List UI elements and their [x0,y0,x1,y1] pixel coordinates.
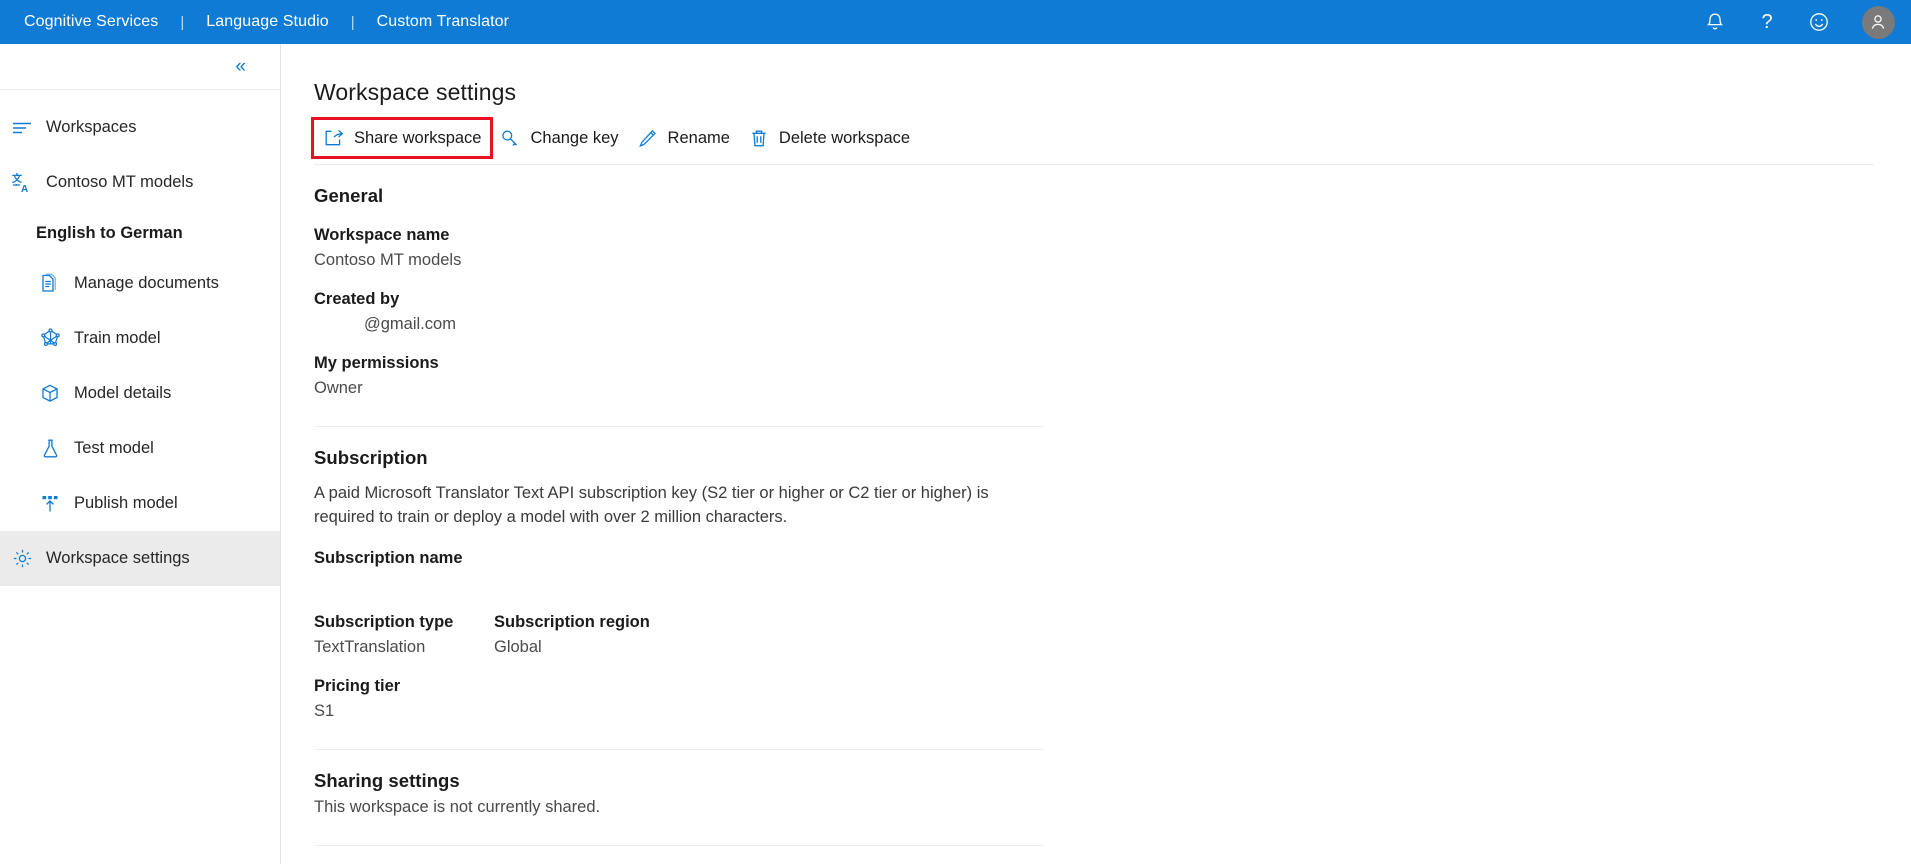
subscription-region-col: Subscription region Global [494,613,674,658]
pencil-edit-icon [637,128,659,148]
section-divider [314,748,1044,750]
sidebar-collapse-row: « [0,44,280,90]
notification-bell-icon[interactable] [1689,0,1741,44]
cube-box-icon [36,382,64,406]
top-nav-links: Cognitive Services | Language Studio | C… [0,0,511,44]
cognitive-services-link[interactable]: Cognitive Services [22,13,160,31]
command-bar: Share workspace Change key Rename Delete… [282,117,1911,159]
help-question-icon[interactable]: ? [1741,0,1793,44]
flask-icon [36,437,64,461]
my-permissions-value: Owner [314,379,363,397]
change-key-button[interactable]: Change key [490,120,627,156]
collapse-sidebar-button[interactable]: « [229,53,252,80]
subscription-region-label: Subscription region [494,612,650,631]
feedback-smiley-icon[interactable] [1793,0,1845,44]
command-label: Rename [667,128,730,147]
subscription-type-col: Subscription type TextTranslation [314,613,494,658]
custom-translator-link[interactable]: Custom Translator [375,13,511,31]
sidebar-item-model-details[interactable]: Model details [0,366,280,421]
command-bar-divider [314,164,1874,165]
section-divider [314,426,1044,427]
subscription-region-value: Global [494,637,542,656]
sharing-status-text: This workspace is not currently shared. [314,797,601,816]
workspace-name-value: Contoso MT models [314,251,462,269]
gear-icon [8,547,36,571]
pricing-tier-value: S1 [314,701,335,720]
trash-delete-icon [748,128,770,148]
train-network-icon [36,327,64,351]
avatar[interactable] [1845,0,1911,44]
list-lines-icon [8,116,36,140]
top-nav-actions: ? [1689,0,1911,44]
sidebar-item-label: Train model [74,329,161,347]
workspace-name-label: Workspace name [314,226,450,244]
section-divider [314,844,1044,846]
subscription-type-label: Subscription type [314,612,454,631]
sidebar-item-english-to-german[interactable]: English to German [0,210,280,256]
sidebar-item-manage-documents[interactable]: Manage documents [0,256,280,311]
key-icon [499,128,521,148]
sidebar-item-label: Contoso MT models [46,173,194,191]
rename-button[interactable]: Rename [628,120,739,156]
nav-separator: | [350,13,355,31]
command-label: Change key [530,128,619,147]
sidebar-item-workspaces[interactable]: Workspaces [0,100,280,155]
my-permissions-label: My permissions [314,354,439,372]
sidebar-item-label: Publish model [74,494,178,512]
top-navigation-bar: Cognitive Services | Language Studio | C… [0,0,1911,44]
delete-workspace-button[interactable]: Delete workspace [739,120,919,156]
settings-body: General Workspace name Contoso MT models… [282,185,1911,846]
general-section-title: General [314,185,384,206]
user-avatar-icon [1861,5,1895,39]
sidebar-item-train-model[interactable]: Train model [0,311,280,366]
main-content: Workspace settings Share workspace Chang… [282,44,1911,864]
subscription-type-region-row: Subscription type TextTranslation Subscr… [314,613,1911,658]
command-label: Delete workspace [778,128,911,147]
pricing-tier-label: Pricing tier [314,676,401,695]
sidebar-item-workspace-settings[interactable]: Workspace settings [0,531,280,586]
sharing-settings-section-title: Sharing settings [314,769,460,791]
svg-text:A: A [21,184,28,194]
subscription-description: A paid Microsoft Translator Text API sub… [314,484,989,526]
subscription-section-title: Subscription [314,447,428,468]
subscription-name-label: Subscription name [314,548,463,567]
sidebar-item-label: Test model [74,439,154,457]
sidebar-item-label: Model details [74,384,172,402]
sidebar-item-contoso-mt-models[interactable]: 文 A Contoso MT models [0,155,280,210]
svg-text:?: ? [1761,11,1772,33]
created-by-value: @gmail.com [364,315,456,333]
created-by-label: Created by [314,290,400,308]
page-title: Workspace settings [314,79,517,105]
subscription-name-value [314,574,1911,594]
sidebar: « Workspaces 文 A Contoso MT models Engli… [0,44,281,864]
sidebar-item-label: Manage documents [74,274,219,292]
sidebar-item-label: Workspaces [46,118,137,136]
documents-icon [36,272,64,296]
language-studio-link[interactable]: Language Studio [204,13,331,31]
nav-separator: | [180,13,185,31]
share-workspace-button[interactable]: Share workspace [310,117,494,159]
subscription-type-value: TextTranslation [314,637,426,656]
share-icon [323,128,345,148]
sidebar-item-test-model[interactable]: Test model [0,421,280,476]
sidebar-item-label: Workspace settings [46,549,190,567]
publish-upload-icon [36,492,64,516]
sidebar-item-publish-model[interactable]: Publish model [0,476,280,531]
sidebar-nav-list: Workspaces 文 A Contoso MT models English… [0,90,280,586]
command-label: Share workspace [354,128,482,147]
translate-icon: 文 A [8,171,36,195]
